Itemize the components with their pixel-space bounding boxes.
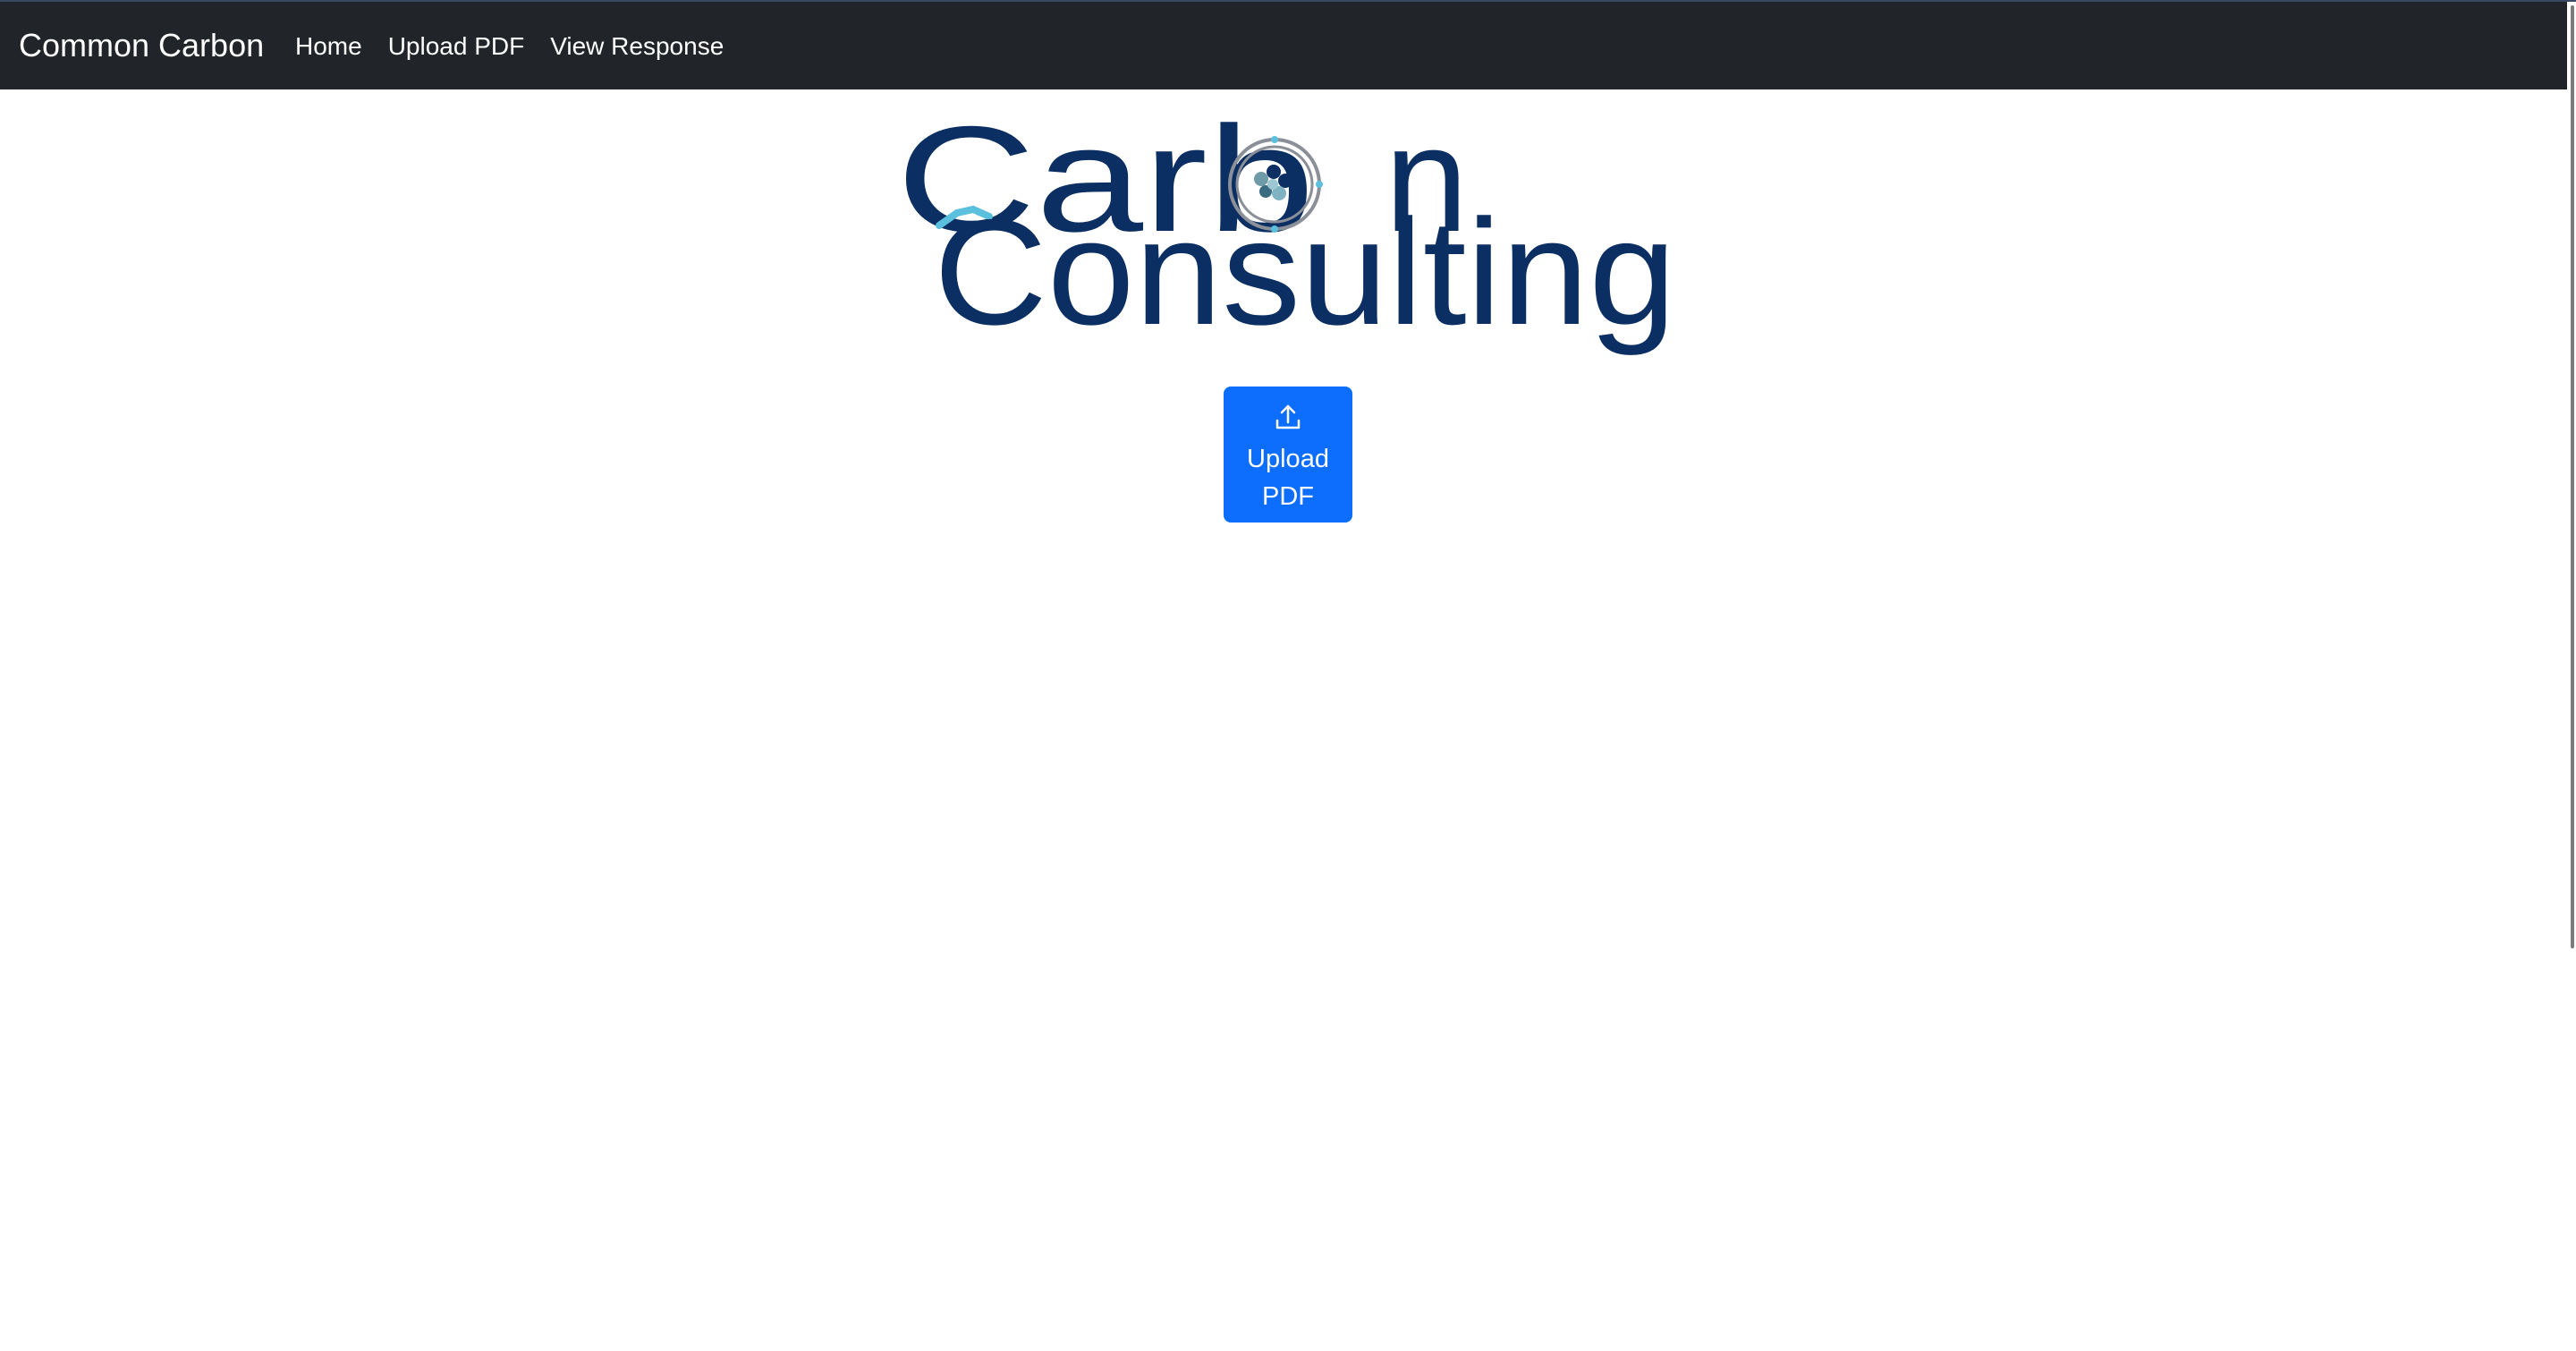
nav-links: Home Upload PDF View Response bbox=[295, 32, 750, 61]
top-navbar: Common Carbon Home Upload PDF View Respo… bbox=[0, 0, 2576, 89]
nav-link-view-response[interactable]: View Response bbox=[550, 32, 724, 61]
upload-pdf-label: Upload PDF bbox=[1247, 445, 1329, 511]
nav-link-upload-pdf[interactable]: Upload PDF bbox=[388, 32, 525, 61]
page-scrollbar[interactable] bbox=[2567, 2, 2576, 1351]
nav-link-home[interactable]: Home bbox=[295, 32, 362, 61]
upload-icon bbox=[1275, 404, 1301, 429]
scrollbar-thumb[interactable] bbox=[2571, 5, 2574, 948]
carbon-consulting-logo: Carb n Consulting bbox=[886, 98, 1690, 367]
upload-pdf-button[interactable]: Upload PDF bbox=[1224, 387, 1352, 523]
brand-link[interactable]: Common Carbon bbox=[19, 27, 264, 64]
logo-word-consulting: Consulting bbox=[934, 188, 1676, 356]
